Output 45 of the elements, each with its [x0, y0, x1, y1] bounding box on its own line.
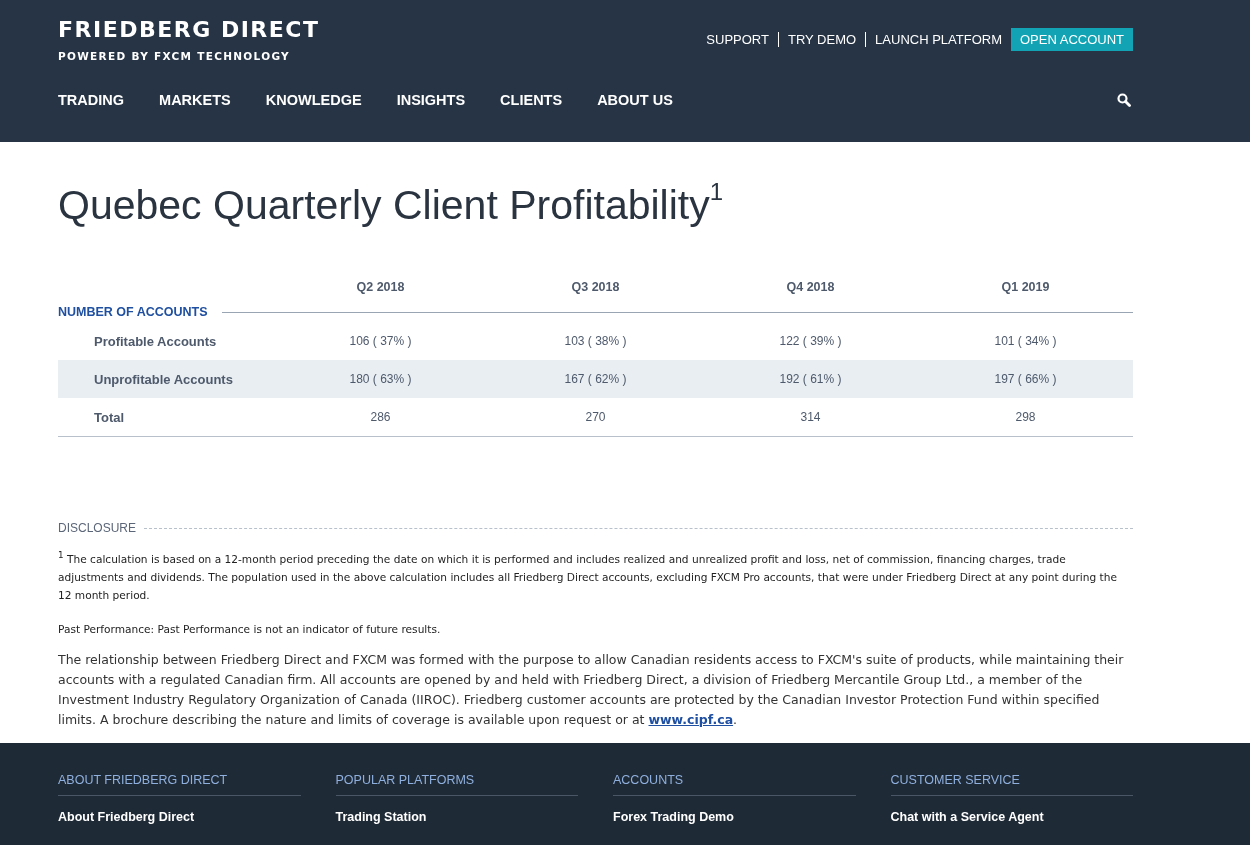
disclosure-text: Past Performance: Past Performance is not an indicator of future results.	[58, 621, 442, 637]
brand-logo[interactable]: FRIEDBERG DIRECT	[58, 16, 320, 44]
column-header: Q3 2018	[570, 280, 621, 296]
nav-item[interactable]: INSIGHTS	[396, 92, 466, 108]
nav-item[interactable]: MARKETS	[159, 92, 231, 108]
disclosure-text: $^{1}$ The calculation is based on a 12-month period preceding the date on which it is performed and includes realized and unrealized profit and loss, net of commission, financing charges, trade adjustments and dividends. The population used in the above calculation includes all Friedberg Direct accounts, excluding FXCM Pro accounts, that were under Friedberg Direct at any point during the 12 month period.	[58, 549, 1118, 603]
table-cell: 103 ( 38% )	[564, 334, 627, 348]
top-link[interactable]: LAUNCH PLATFORM	[865, 31, 1011, 47]
nav-item[interactable]: ABOUT US	[597, 92, 673, 108]
footer-link[interactable]: Forex Trading Demo	[613, 809, 856, 824]
footer-heading: ABOUT FRIEDBERG DIRECT	[58, 772, 301, 796]
search-icon[interactable]	[1117, 93, 1131, 107]
nav-item[interactable]: TRADING	[58, 92, 125, 108]
footer-link[interactable]: Chat with a Service Agent	[890, 809, 1133, 824]
page-title: Quebec Quarterly Client Profitability$^{1}$	[58, 180, 725, 230]
table-cell: 101 ( 34% )	[994, 334, 1057, 348]
row-label: Unprofitable Accounts	[94, 371, 233, 387]
table-cell: 286	[370, 410, 391, 424]
footer-heading: ACCOUNTS	[613, 772, 856, 796]
brand-tagline: POWERED BY FXCM TECHNOLOGY	[58, 50, 291, 62]
relationship-text: The relationship between Friedberg Direct and FXCM was formed with the purpose to allow Canadian residents access to FXCM's suite of products, while maintaining their accounts with a regulated Canadian firm. All accounts are opened by and held with Friedberg Direct, a division of Friedberg Mercantile Group Ltd., a member of the Investment Industry Regulatory Organization of Canada (IIROC). Friedberg customer accounts are protected by the Canadian Investor Protection Fund within specified limits. A brochure describing the nature and limits of coverage is available upon request or at www.cipf.ca.	[58, 650, 1125, 729]
nav-item[interactable]: KNOWLEDGE	[265, 92, 362, 108]
disclosure-heading: DISCLOSURE	[58, 521, 137, 535]
nav-item[interactable]: CLIENTS	[500, 92, 563, 108]
footer-heading: CUSTOMER SERVICE	[890, 772, 1133, 796]
row-label: Total	[94, 409, 125, 425]
footer-link[interactable]: Trading Station	[335, 809, 578, 824]
top-link[interactable]: TRY DEMO	[777, 31, 866, 47]
footer-heading: POPULAR PLATFORMS	[335, 772, 578, 796]
table-cell: 270	[585, 410, 606, 424]
column-header: Q1 2019	[1000, 280, 1051, 296]
table-cell: 197 ( 66% )	[994, 372, 1057, 386]
section-heading: NUMBER OF ACCOUNTS	[58, 305, 208, 319]
row-label: Profitable Accounts	[94, 333, 217, 349]
top-link[interactable]: SUPPORT	[697, 31, 778, 47]
footer-link[interactable]: About Friedberg Direct	[58, 809, 301, 824]
table-cell: 180 ( 63% )	[349, 372, 412, 386]
table-cell: 106 ( 37% )	[349, 334, 412, 348]
table-cell: 314	[800, 410, 821, 424]
column-header: Q4 2018	[785, 280, 836, 296]
table-cell: 167 ( 62% )	[564, 372, 627, 386]
table-cell: 298	[1015, 410, 1036, 424]
table-cell: 192 ( 61% )	[779, 372, 842, 386]
column-header: Q2 2018	[355, 280, 406, 296]
table-cell: 122 ( 39% )	[779, 334, 842, 348]
